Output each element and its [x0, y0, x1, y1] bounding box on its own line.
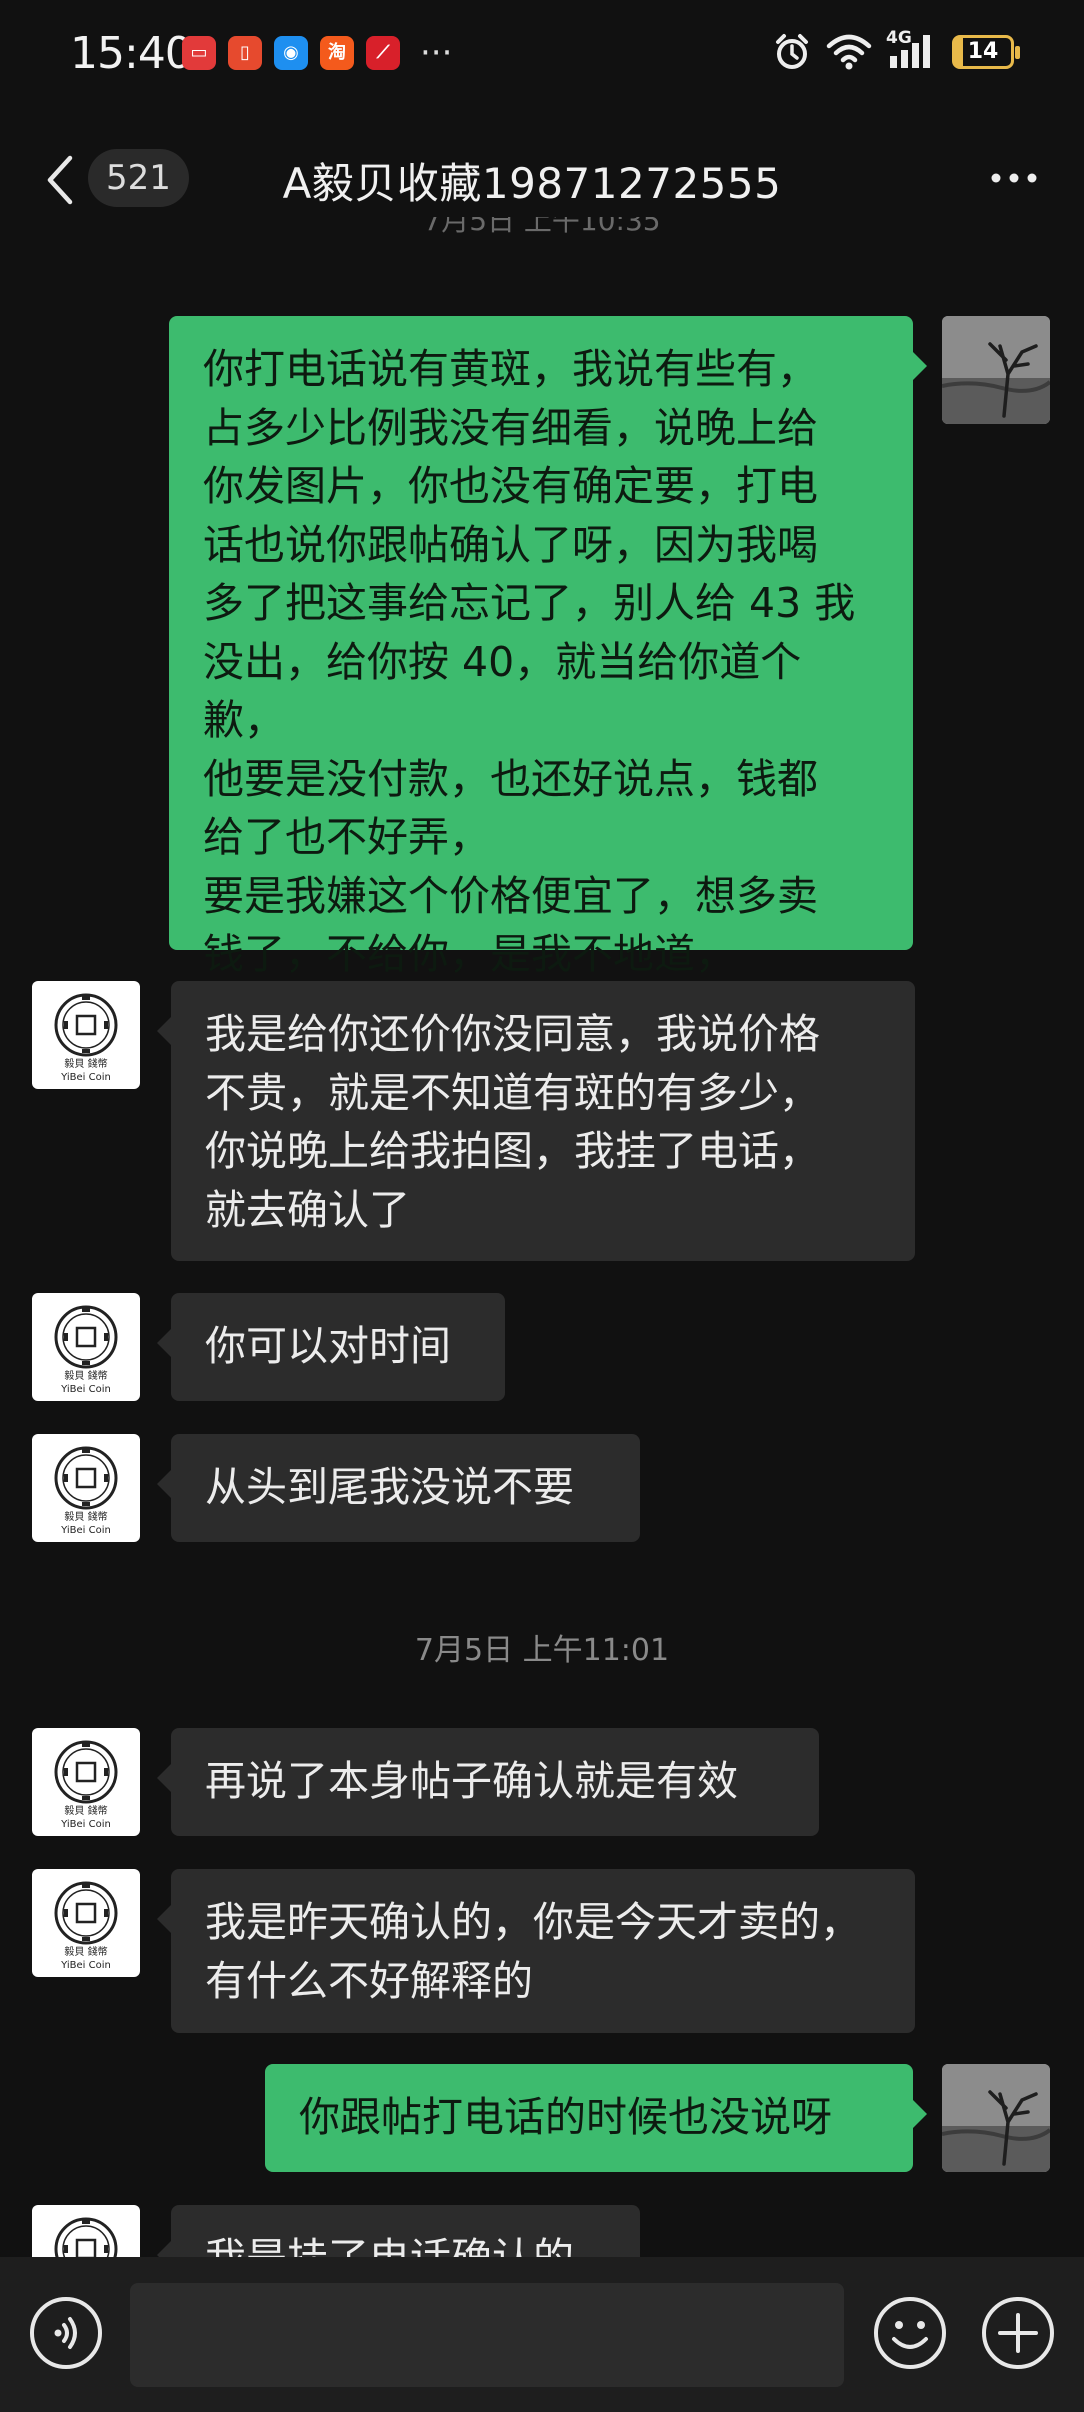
coin-caption-top: 毅貝 錢幣 [64, 1512, 108, 1523]
contact-avatar[interactable]: 毅貝 錢幣 YiBei Coin [32, 1293, 140, 1401]
notification-icons: ▭ ▯ ◉ 淘 ⟋ ··· [182, 36, 452, 70]
wifi-icon [826, 34, 872, 70]
stock-app-icon: ⟋ [366, 36, 400, 70]
my-avatar[interactable] [942, 2064, 1050, 2172]
chat-title-text: A毅贝收藏19871272555 [282, 159, 782, 208]
cellular-signal: 4G [886, 28, 938, 72]
more-functions-plus-icon[interactable] [980, 2295, 1056, 2371]
timestamp: 7月5日 上午11:01 [414, 1633, 670, 1668]
tree-landscape-icon [942, 2064, 1050, 2172]
contact-avatar[interactable]: 毅貝 錢幣 YiBei Coin [32, 1728, 140, 1836]
more-options-icon[interactable] [984, 158, 1044, 198]
message-bubble-incoming[interactable]: 我是昨天确认的，你是今天才卖的， 有什么不好解释的 [157, 1869, 915, 2033]
partial-timestamp: 7月5日 上午10:35 [0, 217, 1084, 247]
coin-caption-top: 毅貝 錢幣 [64, 1947, 108, 1958]
coin-caption-bottom: YiBei Coin [61, 1072, 111, 1083]
contact-avatar[interactable]: 毅貝 錢幣 YiBei Coin [32, 1869, 140, 1977]
message-input[interactable] [130, 2283, 844, 2387]
video-app-icon: ▯ [228, 36, 262, 70]
alarm-icon [776, 34, 808, 69]
message-bubble-outgoing[interactable]: 你跟帖打电话的时候也没说呀 [265, 2064, 927, 2172]
voice-input-icon[interactable] [28, 2295, 104, 2371]
coin-caption-bottom: YiBei Coin [61, 1384, 111, 1395]
coin-caption-top: 毅貝 錢幣 [64, 1806, 108, 1817]
coin-caption-top: 毅貝 錢幣 [64, 1059, 108, 1070]
coin-caption-bottom: YiBei Coin [61, 1819, 111, 1830]
message-app-icon: ◉ [274, 36, 308, 70]
message-bubble-outgoing[interactable]: 你打电话说有黄斑，我说有些有， 占多少比例我没有细看，说晚上给 你发图片，你也没… [169, 316, 927, 978]
battery-icon: 14 [952, 35, 1020, 69]
chat-title: A毅贝收藏19871272555 [0, 150, 1084, 211]
shopping-app-icon: ▭ [182, 36, 216, 70]
coin-caption-top: 毅貝 錢幣 [64, 1371, 108, 1382]
taobao-app-icon: 淘 [320, 36, 354, 70]
tree-landscape-icon [942, 316, 1050, 424]
message-bubble-incoming[interactable]: 你可以对时间 [157, 1293, 505, 1401]
contact-avatar[interactable]: 毅貝 錢幣 YiBei Coin [32, 981, 140, 1089]
input-bar [0, 2257, 1084, 2412]
signal-icon [890, 35, 930, 68]
status-time: 15:40 [70, 28, 193, 79]
partial-timestamp-text: 7月5日 上午10:35 [423, 217, 661, 237]
message-bubble-incoming[interactable]: 我是给你还价你没同意，我说价格 不贵，就是不知道有斑的有多少， 你说晚上给我拍图… [157, 981, 915, 1261]
coin-caption-bottom: YiBei Coin [61, 1960, 111, 1971]
more-notifications-icon: ··· [420, 33, 453, 73]
status-right: 4G 14 [772, 28, 1020, 72]
contact-avatar[interactable]: 毅貝 錢幣 YiBei Coin [32, 1434, 140, 1542]
status-bar: 15:40 ▭ ▯ ◉ 淘 ⟋ ··· 4G 14 [0, 0, 1084, 110]
message-bubble-incoming[interactable]: 再说了本身帖子确认就是有效 [157, 1728, 819, 1836]
coin-caption-bottom: YiBei Coin [61, 1525, 111, 1536]
battery-level: 14 [967, 39, 999, 64]
message-bubble-incoming[interactable]: 从头到尾我没说不要 [157, 1434, 640, 1542]
my-avatar[interactable] [942, 316, 1050, 424]
emoji-icon[interactable] [872, 2295, 948, 2371]
